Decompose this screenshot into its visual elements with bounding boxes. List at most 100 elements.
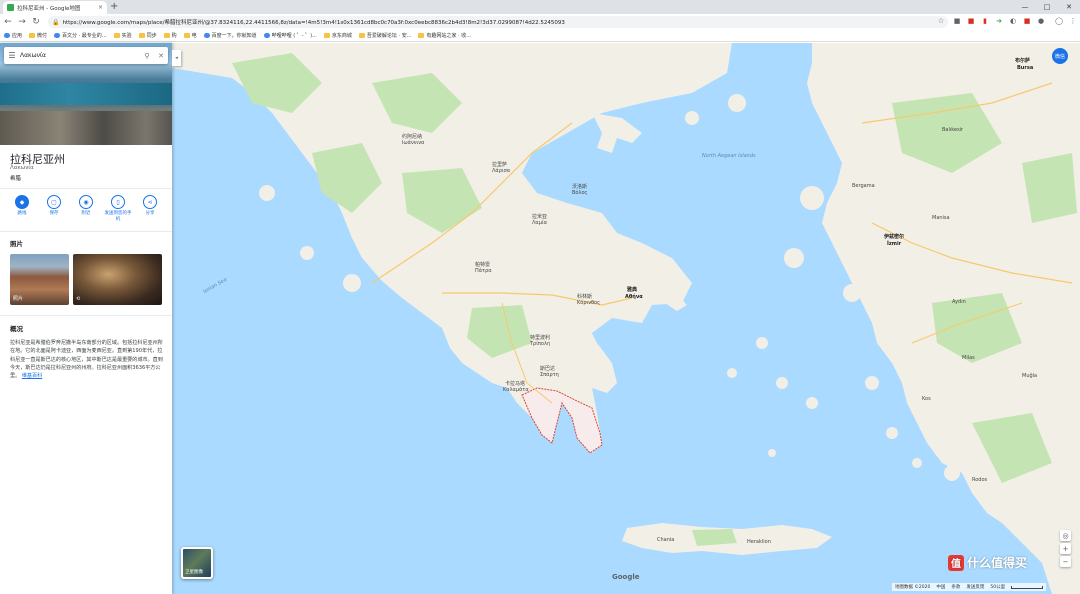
- save-button[interactable]: ▢ 保存: [40, 195, 68, 222]
- map-label[interactable]: 拉里萨: [492, 161, 507, 168]
- overview-text: 拉科尼亚是希腊伯罗奔尼撒半岛东南部分的区域。包括拉科尼亚州所在地。它的北面是阿卡…: [10, 340, 163, 380]
- bookmark-item[interactable]: 实验: [113, 32, 132, 39]
- map-label[interactable]: 斯巴达: [540, 365, 555, 372]
- map-label[interactable]: Πάτρα: [475, 268, 492, 274]
- bookmark-item[interactable]: 哔哩哔哩 ( ゜- ゜)...: [263, 32, 317, 39]
- map-canvas[interactable]: North Aegean Islands Ionian Sea 雅典 Αθήνα…: [172, 43, 1080, 594]
- extension-icon[interactable]: ◐: [1008, 16, 1018, 26]
- terms-link[interactable]: 条款: [951, 584, 960, 590]
- maximize-button[interactable]: □: [1036, 0, 1058, 14]
- map-label[interactable]: Ιωάννινα: [402, 140, 424, 146]
- map-label[interactable]: Καλαμάτα: [503, 387, 529, 393]
- bookmark-item[interactable]: 百文分 · 最专业的...: [54, 32, 107, 39]
- map-label[interactable]: Σπάρτη: [540, 372, 559, 378]
- share-button[interactable]: ⋖ 分享: [136, 195, 164, 222]
- close-window-button[interactable]: ✕: [1058, 0, 1080, 14]
- nearby-button[interactable]: ◉ 附近: [72, 195, 100, 222]
- zoom-in-button[interactable]: +: [1060, 543, 1071, 554]
- address-bar[interactable]: 🔒 https://www.google.com/maps/place/希腊拉科…: [48, 16, 948, 28]
- map-label[interactable]: 拉米亚: [532, 213, 547, 220]
- directions-button[interactable]: ◆ 路线: [8, 195, 36, 222]
- wikipedia-link[interactable]: 维基百科: [22, 373, 42, 379]
- map-label-bursa[interactable]: 布尔萨: [1015, 57, 1030, 64]
- user-avatar[interactable]: 微信: [1052, 48, 1068, 64]
- satellite-toggle[interactable]: 卫星图像: [181, 547, 213, 579]
- bookmark-item[interactable]: 百度一下，你就知道: [203, 32, 257, 39]
- scale-label[interactable]: 50公里: [990, 584, 1005, 590]
- collapse-panel-button[interactable]: ◂: [172, 50, 181, 66]
- hamburger-menu-icon[interactable]: ☰: [4, 51, 20, 60]
- extension-icon[interactable]: ▮: [980, 16, 990, 26]
- zoom-out-button[interactable]: −: [1060, 556, 1071, 567]
- map-label[interactable]: Τρίπολη: [530, 341, 550, 347]
- clear-icon[interactable]: ✕: [154, 52, 168, 60]
- extension-icon[interactable]: ➜: [994, 16, 1004, 26]
- map-label[interactable]: Balıkesir: [942, 127, 963, 133]
- bookmark-item[interactable]: 电: [183, 32, 197, 39]
- map-label[interactable]: Aydın: [952, 299, 966, 305]
- search-input[interactable]: [20, 52, 140, 59]
- folder-icon: [183, 33, 190, 38]
- tab-close-icon[interactable]: ×: [98, 4, 103, 11]
- bookmark-item[interactable]: 吾爱破解论坛 · 安...: [358, 32, 411, 39]
- menu-dots-icon[interactable]: ⋮: [1068, 16, 1078, 26]
- region-link[interactable]: 中国: [936, 584, 945, 590]
- map-label[interactable]: 帕特雷: [475, 261, 490, 268]
- map-label[interactable]: 科林斯: [577, 293, 592, 300]
- map-label[interactable]: Λαμία: [532, 220, 547, 226]
- browser-tab[interactable]: 拉科尼亚州 - Google地图 ×: [3, 1, 107, 14]
- map-label[interactable]: Rodos: [972, 477, 987, 483]
- back-icon[interactable]: ←: [2, 16, 14, 28]
- map-label[interactable]: Milas: [962, 355, 975, 361]
- overview-heading: 概况: [10, 325, 23, 333]
- bookmark-item[interactable]: 有趣网站之家 · 收...: [418, 32, 471, 39]
- search-icon[interactable]: ⚲: [140, 52, 154, 60]
- map-label-athens[interactable]: 雅典: [627, 286, 637, 293]
- extension-icon[interactable]: ●: [1036, 16, 1046, 26]
- extension-icon[interactable]: ■: [1022, 16, 1032, 26]
- map-label[interactable]: Λάρισα: [492, 168, 510, 174]
- map-label[interactable]: Manisa: [932, 215, 950, 221]
- satellite-label: 卫星图像: [185, 570, 203, 575]
- map-label-izmir[interactable]: 伊兹密尔: [884, 233, 904, 240]
- location-icon[interactable]: ◎: [1060, 530, 1071, 541]
- maps-favicon-icon: [7, 4, 14, 11]
- hero-sea: [0, 83, 172, 105]
- reload-icon[interactable]: ↻: [30, 16, 42, 28]
- bookmark-item[interactable]: 京东商城: [323, 32, 352, 39]
- photo-360-thumbnail[interactable]: ⟲: [73, 254, 162, 305]
- new-tab-button[interactable]: +: [110, 1, 118, 13]
- map-label-athens-native[interactable]: Αθήνα: [625, 294, 643, 300]
- map-label[interactable]: Bergama: [852, 183, 875, 189]
- bookmark-item[interactable]: 购: [163, 32, 177, 39]
- extension-icon[interactable]: ■: [966, 16, 976, 26]
- extension-icon[interactable]: ■: [952, 16, 962, 26]
- send-to-phone-button[interactable]: ▯ 发送到您的手机: [104, 195, 132, 222]
- map-data-credit: 地图数据 ©2020: [895, 585, 931, 590]
- nearby-icon: ◉: [79, 195, 93, 209]
- map-label[interactable]: North Aegean Islands: [702, 153, 756, 159]
- map-label[interactable]: Kos: [922, 396, 931, 402]
- map-label[interactable]: 约阿尼纳: [402, 133, 422, 140]
- feedback-link[interactable]: 发送反馈: [966, 584, 984, 590]
- map-label[interactable]: 卡拉马塔: [505, 380, 525, 387]
- star-icon[interactable]: ☆: [936, 16, 946, 26]
- forward-icon[interactable]: →: [16, 16, 28, 28]
- map-label[interactable]: 特里波利: [530, 334, 550, 341]
- photo-thumbnail[interactable]: 照片: [10, 254, 69, 305]
- map-label[interactable]: 沃洛斯: [572, 183, 587, 190]
- minimize-button[interactable]: —: [1014, 0, 1036, 14]
- map-label-bursa-native[interactable]: Bursa: [1017, 65, 1033, 71]
- site-icon: [323, 33, 330, 38]
- map-label[interactable]: Heraklion: [747, 539, 771, 545]
- map-label[interactable]: Κόρινθος: [577, 300, 600, 306]
- bookmark-item[interactable]: 同步: [138, 32, 157, 39]
- profile-icon[interactable]: ◯: [1054, 16, 1064, 26]
- bookmark-item[interactable]: 微付: [29, 32, 47, 39]
- map-label-izmir-native[interactable]: İzmir: [887, 241, 901, 247]
- bookmark-apps[interactable]: 应用: [4, 32, 22, 39]
- map-label[interactable]: Chania: [657, 537, 674, 543]
- watermark: 值 什么值得买: [948, 554, 1027, 571]
- map-label[interactable]: Muğla: [1022, 373, 1037, 379]
- map-label[interactable]: Βόλος: [572, 190, 587, 196]
